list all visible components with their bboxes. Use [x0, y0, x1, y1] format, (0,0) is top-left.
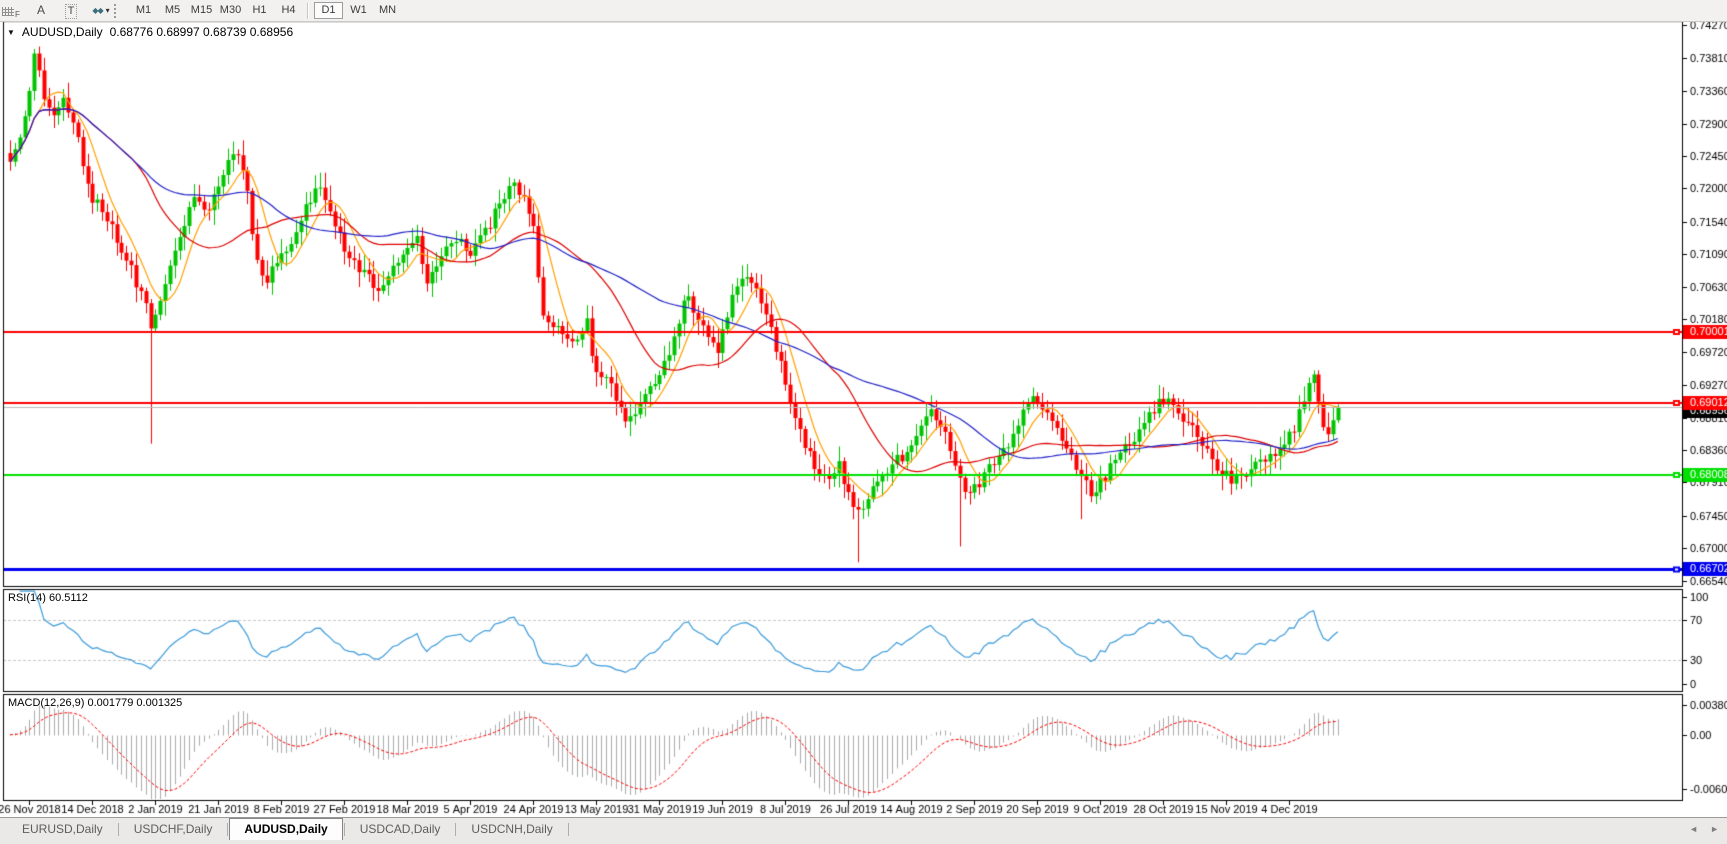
tab-usdcnh[interactable]: USDCNH,Daily [457, 819, 566, 840]
arrows-tool-icon[interactable]: ◆◆▾ [92, 2, 110, 19]
chart-ohlc-label: 0.68776 0.68997 0.68739 0.68956 [110, 25, 294, 39]
timeframe-h1-button[interactable]: H1 [246, 2, 273, 19]
toolbar: FAT ◆◆▾ M1M5M15M30H1H4 D1W1MN [0, 0, 1727, 22]
mt4-window: FAT ◆◆▾ M1M5M15M30H1H4 D1W1MN ▼ AUDUSD,Dai… [0, 0, 1727, 844]
chart-symbol-label: AUDUSD,Daily [22, 25, 103, 39]
tab-usdchf[interactable]: USDCHF,Daily [120, 819, 227, 840]
timeframe-m30-button[interactable]: M30 [217, 2, 244, 19]
docking-grid-icon[interactable]: F [2, 2, 20, 19]
timeframe-w1-button[interactable]: W1 [345, 2, 372, 19]
text-tool-icon[interactable]: T [62, 2, 80, 19]
chart-tabs: EURUSD,DailyUSDCHF,DailyAUDUSD,DailyUSDC… [8, 818, 1727, 840]
timeframe-mn-button[interactable]: MN [374, 2, 401, 19]
chart-tab-bar: EURUSD,DailyUSDCHF,DailyAUDUSD,DailyUSDC… [0, 817, 1727, 844]
tabs-scroll-right-icon[interactable]: ► [1710, 824, 1719, 834]
chart-title: ▼ AUDUSD,Daily 0.68776 0.68997 0.68739 0… [7, 25, 293, 39]
timeframe-m5-button[interactable]: M5 [159, 2, 186, 19]
timeframe-d1-button[interactable]: D1 [314, 2, 343, 19]
rsi-indicator-label: RSI(14) 60.5112 [8, 592, 88, 604]
chart-canvas[interactable] [0, 0, 1727, 817]
timeframe-m15-button[interactable]: M15 [188, 2, 215, 19]
label-tool-icon[interactable]: A [32, 2, 50, 19]
tab-scroll-arrows: ◄ ► [1689, 824, 1719, 834]
tab-audusd[interactable]: AUDUSD,Daily [229, 818, 342, 840]
tab-usdcad[interactable]: USDCAD,Daily [346, 819, 455, 840]
symbol-dropdown-icon[interactable]: ▼ [7, 28, 15, 37]
timeframe-h4-button[interactable]: H4 [275, 2, 302, 19]
macd-indicator-label: MACD(12,26,9) 0.001779 0.001325 [8, 697, 182, 709]
toolbar-tools: FAT ◆◆▾ [2, 2, 110, 19]
timeframe-toolbar: M1M5M15M30H1H4 D1W1MN [129, 2, 402, 19]
timeframe-m1-button[interactable]: M1 [130, 2, 157, 19]
tab-eurusd[interactable]: EURUSD,Daily [8, 819, 117, 840]
tabs-scroll-left-icon[interactable]: ◄ [1689, 824, 1698, 834]
toolbar-grip[interactable] [114, 4, 119, 18]
